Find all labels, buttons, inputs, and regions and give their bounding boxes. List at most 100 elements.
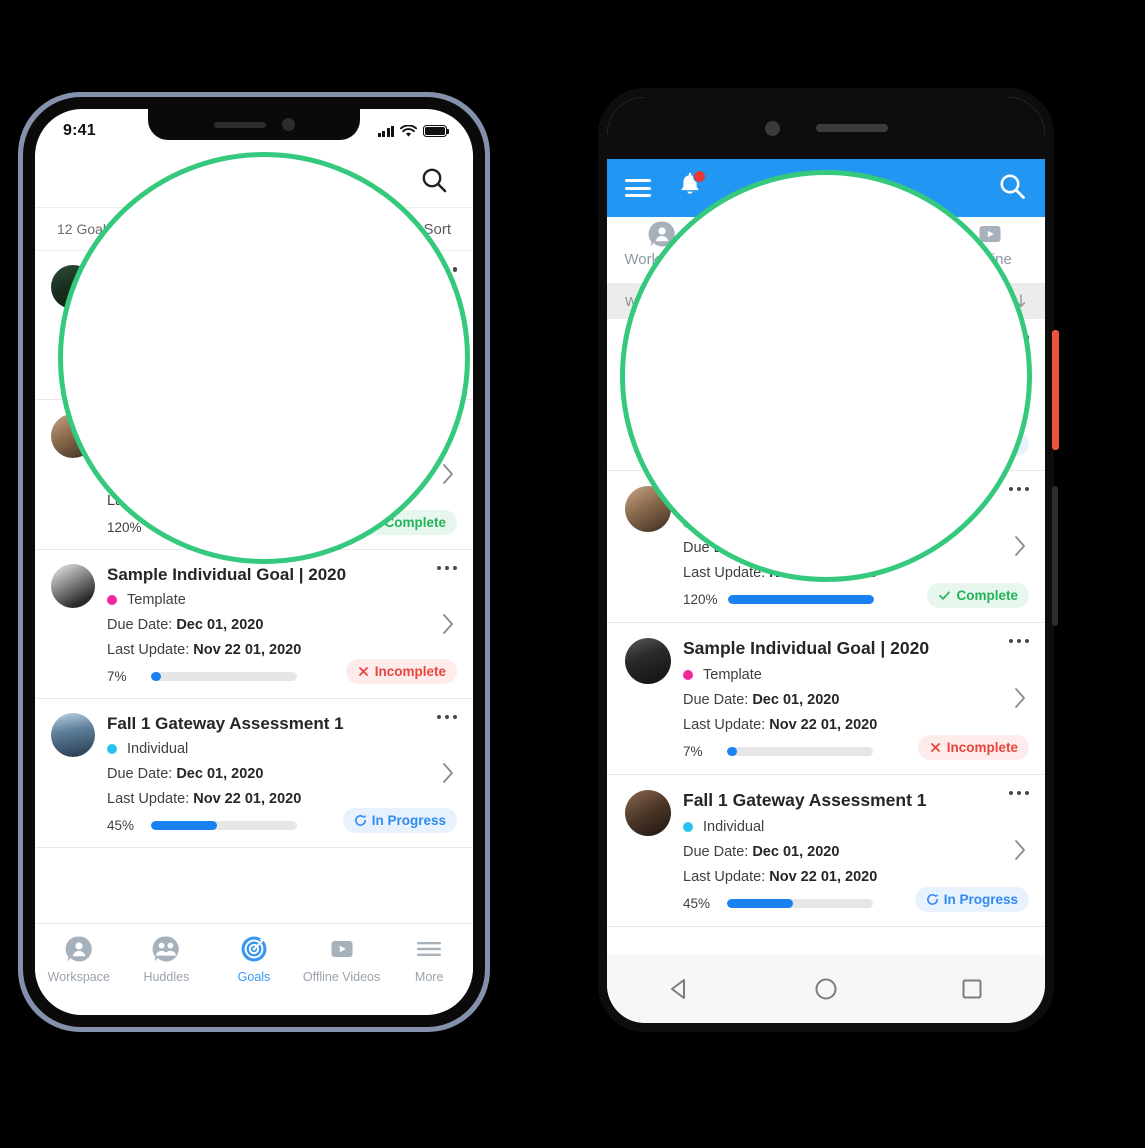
tab-offline-videos[interactable]: Offline Videos: [298, 934, 386, 984]
goal-type: Individual: [683, 819, 993, 835]
tab-label: Workspace: [47, 970, 110, 984]
goal-progress-fill: [727, 746, 738, 756]
earpiece-speaker-icon: [213, 121, 266, 128]
home-circle-icon[interactable]: [811, 974, 841, 1004]
check-icon: [939, 591, 951, 600]
goal-type-label: Template: [703, 666, 762, 683]
goal-last-update: Last Update: Nov 22 01, 2020: [683, 868, 878, 885]
goal-type-dot-icon: [107, 594, 117, 605]
goal-progress-bar: [727, 898, 873, 908]
chevron-right-icon[interactable]: [1013, 839, 1027, 861]
row-overflow-dots-icon[interactable]: [1008, 638, 1029, 644]
search-icon[interactable]: [419, 165, 449, 195]
tab-label: Huddles: [143, 970, 190, 984]
goal-progress-fill: [727, 594, 874, 604]
goal-due-date: Due Date: Dec 01, 2020: [107, 616, 264, 633]
sync-refresh-icon: [926, 893, 938, 905]
goal-progress-bar: [151, 821, 297, 830]
tab-label: Offline Videos: [302, 970, 381, 984]
chevron-right-icon[interactable]: [1013, 535, 1027, 557]
goal-progress-bar: [151, 671, 297, 681]
status-time: 9:41: [63, 122, 96, 139]
goal-progress-percent: 120%: [683, 591, 718, 607]
android-navigation-bar[interactable]: [607, 955, 1045, 1023]
goal-progress-percent: 45%: [683, 895, 711, 911]
goal-progress-fill: [151, 671, 162, 681]
chevron-right-icon[interactable]: [441, 463, 455, 485]
huddles-people-bubble-icon: [152, 936, 180, 962]
hamburger-more-icon: [417, 942, 442, 956]
status-badge-label: Incomplete: [374, 663, 446, 679]
goal-due-date: Due Date: Dec 01, 2020: [683, 843, 840, 860]
goal-type-dot-icon: [683, 669, 693, 680]
goal-title: Sample Individual Goal | 2020: [683, 637, 930, 658]
status-badge: Incomplete: [345, 658, 457, 684]
goal-last-update: Last Update: Nov 22 01, 2020: [107, 791, 302, 807]
tab-workspace[interactable]: Workspace: [35, 934, 123, 984]
goal-progress-bar: [727, 594, 874, 604]
goal-due-date: Due Date: Dec 01, 2020: [107, 766, 264, 782]
row-overflow-dots-icon[interactable]: [1008, 790, 1029, 796]
front-camera-icon: [281, 118, 295, 131]
tab-huddles[interactable]: Huddles: [123, 934, 211, 984]
goal-progress-percent: 45%: [107, 818, 135, 833]
goal-type: Template: [683, 667, 993, 683]
status-badge-label: In Progress: [371, 813, 446, 828]
goal-title: Fall 1 Gateway Assessment 1: [683, 789, 927, 810]
notification-dot-badge: [693, 169, 706, 183]
goal-title: Sample Individual Goal | 2020: [107, 564, 347, 584]
wifi-icon: [400, 124, 417, 137]
status-badge: Incomplete: [917, 734, 1029, 760]
goal-last-update: Last Update: Nov 22 01, 2020: [107, 641, 302, 658]
x-cross-icon: [358, 666, 368, 676]
goal-type-label: Individual: [703, 818, 765, 835]
goal-progress-fill: [151, 821, 217, 830]
x-cross-icon: [930, 742, 940, 752]
goal-type-label: Template: [127, 591, 186, 608]
hamburger-menu-icon[interactable]: [625, 179, 651, 197]
back-triangle-icon[interactable]: [665, 974, 695, 1004]
ios-tab-bar[interactable]: Workspace Huddles Goals Offline Videos More: [35, 923, 473, 1015]
tab-label: Goals: [237, 970, 271, 984]
goals-target-icon: [241, 936, 267, 962]
chevron-right-icon[interactable]: [441, 613, 455, 635]
search-icon[interactable]: [997, 171, 1027, 206]
front-camera-icon: [764, 120, 780, 136]
tab-more[interactable]: More: [385, 934, 473, 984]
cellular-signal-icon: [377, 125, 394, 137]
row-overflow-dots-icon[interactable]: [1008, 486, 1029, 492]
iphone-notch: [148, 109, 360, 140]
video-play-icon: [331, 941, 353, 957]
avatar: [625, 789, 671, 836]
goal-list-item[interactable]: Fall 1 Gateway Assessment 1 Individual Due…: [607, 775, 1045, 927]
goal-progress-percent: 7%: [107, 668, 127, 684]
goal-type-label: Individual: [127, 741, 189, 757]
battery-icon: [423, 125, 450, 137]
avatar: [625, 637, 671, 684]
goal-type-dot-icon: [683, 821, 693, 832]
goal-list-item[interactable]: Sample Individual Goal | 2020 Template Due…: [607, 623, 1045, 775]
status-badge-label: Complete: [956, 587, 1018, 603]
goal-progress-percent: 120%: [107, 519, 142, 535]
tab-label: More: [414, 970, 444, 984]
goal-list-item[interactable]: Fall 1 Gateway Assessment 1 Individual Due…: [35, 699, 473, 848]
recents-square-icon[interactable]: [957, 974, 987, 1004]
tab-goals[interactable]: Goals: [210, 934, 298, 984]
workspace-person-bubble-icon: [65, 936, 92, 962]
row-overflow-dots-icon[interactable]: [436, 714, 457, 720]
status-badge: In Progress: [342, 808, 457, 833]
notification-bell-icon[interactable]: [677, 169, 706, 205]
goal-progress-bar: [727, 746, 873, 756]
chevron-right-icon[interactable]: [1013, 687, 1027, 709]
earpiece-speaker-icon: [815, 124, 888, 132]
goal-list-item[interactable]: Sample Individual Goal | 2020 Template Due…: [35, 550, 473, 699]
avatar: [51, 712, 95, 757]
android-top-sensors: [607, 97, 1045, 159]
goal-last-update: Last Update: Nov 22 01, 2020: [683, 716, 878, 733]
goal-type: Individual: [107, 741, 423, 757]
goal-progress-percent: 7%: [683, 743, 703, 759]
row-overflow-dots-icon[interactable]: [436, 565, 457, 570]
status-badge: In Progress: [914, 886, 1029, 912]
status-badge-label: In Progress: [943, 891, 1018, 907]
chevron-right-icon[interactable]: [441, 762, 455, 784]
